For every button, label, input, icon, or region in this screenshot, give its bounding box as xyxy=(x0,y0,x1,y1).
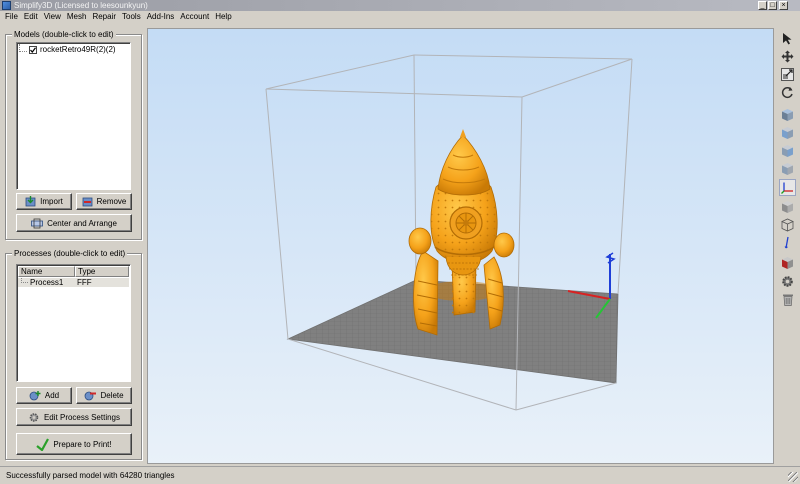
process-type: FFF xyxy=(77,278,92,287)
models-panel-title: Models (double-click to edit) xyxy=(12,29,116,40)
move-tool[interactable] xyxy=(779,48,796,65)
settings-gear-icon xyxy=(29,412,39,422)
tree-line xyxy=(19,44,27,52)
rocket-model xyxy=(408,129,515,336)
cross-section-button[interactable] xyxy=(779,234,796,251)
edit-settings-label: Edit Process Settings xyxy=(43,412,121,422)
cross-section-icon xyxy=(784,236,789,249)
solid-view-icon xyxy=(782,200,793,213)
menu-add-ins[interactable]: Add-Ins xyxy=(144,11,178,23)
prepare-label: Prepare to Print! xyxy=(53,439,112,449)
solid-view-button[interactable] xyxy=(779,198,796,215)
processes-panel-title: Processes (double-click to edit) xyxy=(12,248,128,259)
move-icon xyxy=(781,50,794,63)
build-volume-icon xyxy=(782,256,793,269)
app-icon xyxy=(2,1,11,10)
processes-list[interactable]: Name Type Process1 FFF xyxy=(16,264,131,382)
menu-account[interactable]: Account xyxy=(177,11,212,23)
select-tool[interactable] xyxy=(779,30,796,47)
scale-icon xyxy=(781,68,794,81)
menu-help[interactable]: Help xyxy=(212,11,234,23)
close-button[interactable]: × xyxy=(779,1,788,10)
view-toolbar xyxy=(778,28,797,464)
resize-grip[interactable] xyxy=(788,472,798,482)
toggle-axes-button[interactable] xyxy=(779,179,796,196)
menu-file[interactable]: File xyxy=(2,11,21,23)
process-name-text: Process1 xyxy=(30,278,64,287)
view-cube-side-icon xyxy=(782,144,793,157)
models-list[interactable]: rocketRetro49R(2)(2) xyxy=(16,42,131,190)
models-panel: Models (double-click to edit) rocketRetr… xyxy=(5,29,142,240)
import-label: Import xyxy=(40,197,63,206)
center-arrange-icon xyxy=(31,218,43,228)
prepare-to-print-button[interactable]: Prepare to Print! xyxy=(16,433,132,455)
view-cube-iso-icon xyxy=(782,162,793,175)
maximize-button[interactable]: □ xyxy=(768,1,777,10)
menu-view[interactable]: View xyxy=(41,11,64,23)
delete-label: Delete xyxy=(100,391,124,400)
remove-label: Remove xyxy=(96,197,127,206)
delete-trash-icon xyxy=(782,294,793,306)
wireframe-view-icon xyxy=(781,218,794,231)
tree-line xyxy=(21,278,28,283)
add-process-button[interactable]: Add xyxy=(16,387,72,404)
column-header-name[interactable]: Name xyxy=(18,266,75,277)
minimize-button[interactable]: _ xyxy=(758,1,767,10)
view-side-button[interactable] xyxy=(779,142,796,159)
view-iso-button[interactable] xyxy=(779,160,796,177)
view-top-button[interactable] xyxy=(779,106,796,123)
remove-icon xyxy=(82,197,92,207)
process-name: Process1 xyxy=(18,278,75,287)
scene xyxy=(265,54,633,411)
wireframe-view-button[interactable] xyxy=(779,216,796,233)
settings-gear-icon xyxy=(782,276,793,287)
axes-icon xyxy=(781,182,793,194)
menu-tools[interactable]: Tools xyxy=(119,11,144,23)
delete-process-button[interactable]: Delete xyxy=(76,387,132,404)
delete-model-button[interactable] xyxy=(779,291,796,308)
scale-tool[interactable] xyxy=(779,66,796,83)
3d-viewport[interactable] xyxy=(147,28,774,464)
view-front-button[interactable] xyxy=(779,124,796,141)
rotate-tool[interactable] xyxy=(779,84,796,101)
prepare-print-icon xyxy=(36,437,50,451)
view-cube-top-icon xyxy=(782,108,793,121)
menu-edit[interactable]: Edit xyxy=(21,11,41,23)
column-header-type[interactable]: Type xyxy=(75,266,129,277)
build-volume-button[interactable] xyxy=(779,254,796,271)
table-row[interactable]: Process1 FFF xyxy=(18,278,129,287)
menu-mesh[interactable]: Mesh xyxy=(64,11,90,23)
add-label: Add xyxy=(44,391,60,400)
model-name: rocketRetro49R(2)(2) xyxy=(39,45,117,55)
model-visible-checkbox[interactable] xyxy=(29,46,37,54)
select-arrow-icon xyxy=(783,33,792,45)
remove-button[interactable]: Remove xyxy=(76,193,132,210)
center-arrange-label: Center and Arrange xyxy=(47,218,117,228)
delete-process-icon xyxy=(85,391,97,401)
import-icon xyxy=(25,196,36,207)
center-and-arrange-button[interactable]: Center and Arrange xyxy=(16,214,132,232)
list-item[interactable]: rocketRetro49R(2)(2) xyxy=(19,44,117,55)
view-cube-front-icon xyxy=(782,126,793,139)
window-title: Simplify3D (Licensed to leesounkyun) xyxy=(14,1,148,10)
import-button[interactable]: Import xyxy=(16,193,72,210)
rotate-icon xyxy=(781,87,793,99)
add-process-icon xyxy=(29,391,41,401)
menu-repair[interactable]: Repair xyxy=(89,11,119,23)
status-bar: Successfully parsed model with 64280 tri… xyxy=(0,466,800,484)
menu-bar: File Edit View Mesh Repair Tools Add-Ins Accoun… xyxy=(0,11,800,23)
title-bar: Simplify3D (Licensed to leesounkyun) _ □… xyxy=(0,0,800,11)
processes-header: Name Type xyxy=(18,266,129,277)
processes-panel: Processes (double-click to edit) Name Ty… xyxy=(5,248,142,460)
settings-button[interactable] xyxy=(779,273,796,290)
edit-process-settings-button[interactable]: Edit Process Settings xyxy=(16,408,132,426)
status-message: Successfully parsed model with 64280 tri… xyxy=(6,471,175,480)
